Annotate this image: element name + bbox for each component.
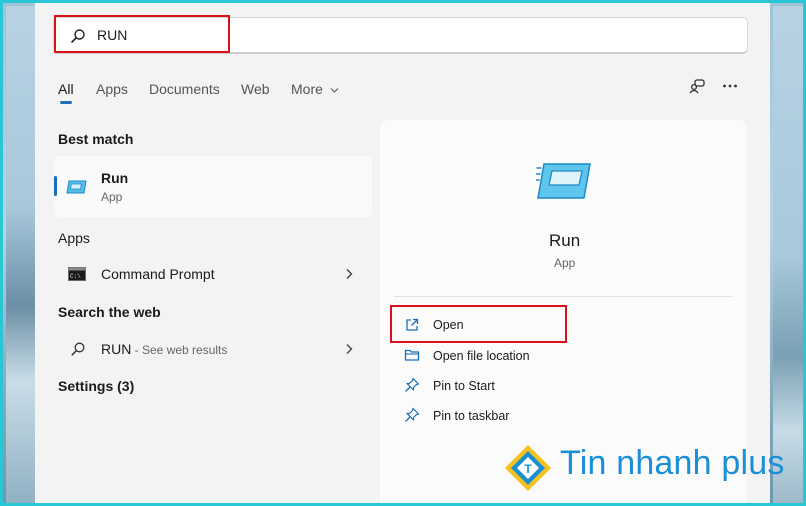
- run-app-large-icon: [536, 163, 591, 199]
- pin-icon: [405, 407, 420, 422]
- best-match-title: Run: [101, 170, 129, 186]
- desktop-wallpaper-left: [6, 6, 38, 503]
- brand-logo-icon: T: [505, 445, 551, 491]
- tab-all[interactable]: All: [58, 81, 74, 97]
- account-switch-icon[interactable]: [688, 78, 706, 96]
- detail-title: Run: [549, 231, 581, 250]
- web-search-suffix: - See web results: [131, 343, 228, 357]
- web-search-item[interactable]: RUN - See web results: [54, 333, 372, 365]
- search-highlight-box: [54, 15, 230, 53]
- watermark-logo: T Tin nhanh plus: [502, 442, 784, 494]
- best-match-run-item[interactable]: [54, 156, 372, 217]
- tab-apps[interactable]: Apps: [96, 81, 128, 97]
- open-highlight-box: [390, 305, 567, 343]
- action-pin-to-taskbar-label: Pin to taskbar: [433, 409, 510, 423]
- selection-indicator: [54, 176, 57, 196]
- tab-more-label: More: [291, 81, 323, 97]
- best-match-subtitle: App: [101, 190, 123, 204]
- best-match-heading: Best match: [58, 131, 134, 147]
- apps-heading: Apps: [58, 230, 90, 246]
- active-tab-indicator: [60, 101, 72, 104]
- more-options-icon[interactable]: [722, 83, 738, 89]
- svg-text:C:\: C:\: [70, 273, 81, 280]
- folder-icon: [404, 349, 420, 361]
- tab-more[interactable]: More: [291, 81, 339, 97]
- action-pin-to-start-label: Pin to Start: [433, 379, 495, 393]
- run-app-icon: [66, 180, 87, 194]
- pin-icon: [405, 377, 420, 392]
- search-web-heading: Search the web: [58, 304, 161, 320]
- chevron-right-icon: [346, 344, 353, 354]
- chevron-right-icon: [346, 269, 353, 279]
- brand-logo-letter: T: [524, 462, 532, 476]
- watermark-text: Tin nhanh plus: [560, 444, 785, 482]
- tab-web[interactable]: Web: [241, 81, 270, 97]
- web-search-label: RUN - See web results: [101, 341, 227, 357]
- tab-documents[interactable]: Documents: [149, 81, 220, 97]
- command-prompt-item[interactable]: C:\ Command Prompt: [54, 258, 372, 290]
- command-prompt-label: Command Prompt: [101, 266, 215, 282]
- detail-divider: [394, 296, 733, 297]
- web-search-query: RUN: [101, 341, 132, 357]
- command-prompt-icon: C:\: [68, 267, 86, 281]
- desktop-wallpaper-right: [773, 6, 803, 503]
- detail-subtitle: App: [554, 256, 576, 270]
- settings-heading[interactable]: Settings (3): [58, 378, 134, 394]
- chevron-down-icon: [330, 88, 339, 94]
- search-icon: [71, 342, 85, 356]
- action-open-file-location-label: Open file location: [433, 349, 530, 363]
